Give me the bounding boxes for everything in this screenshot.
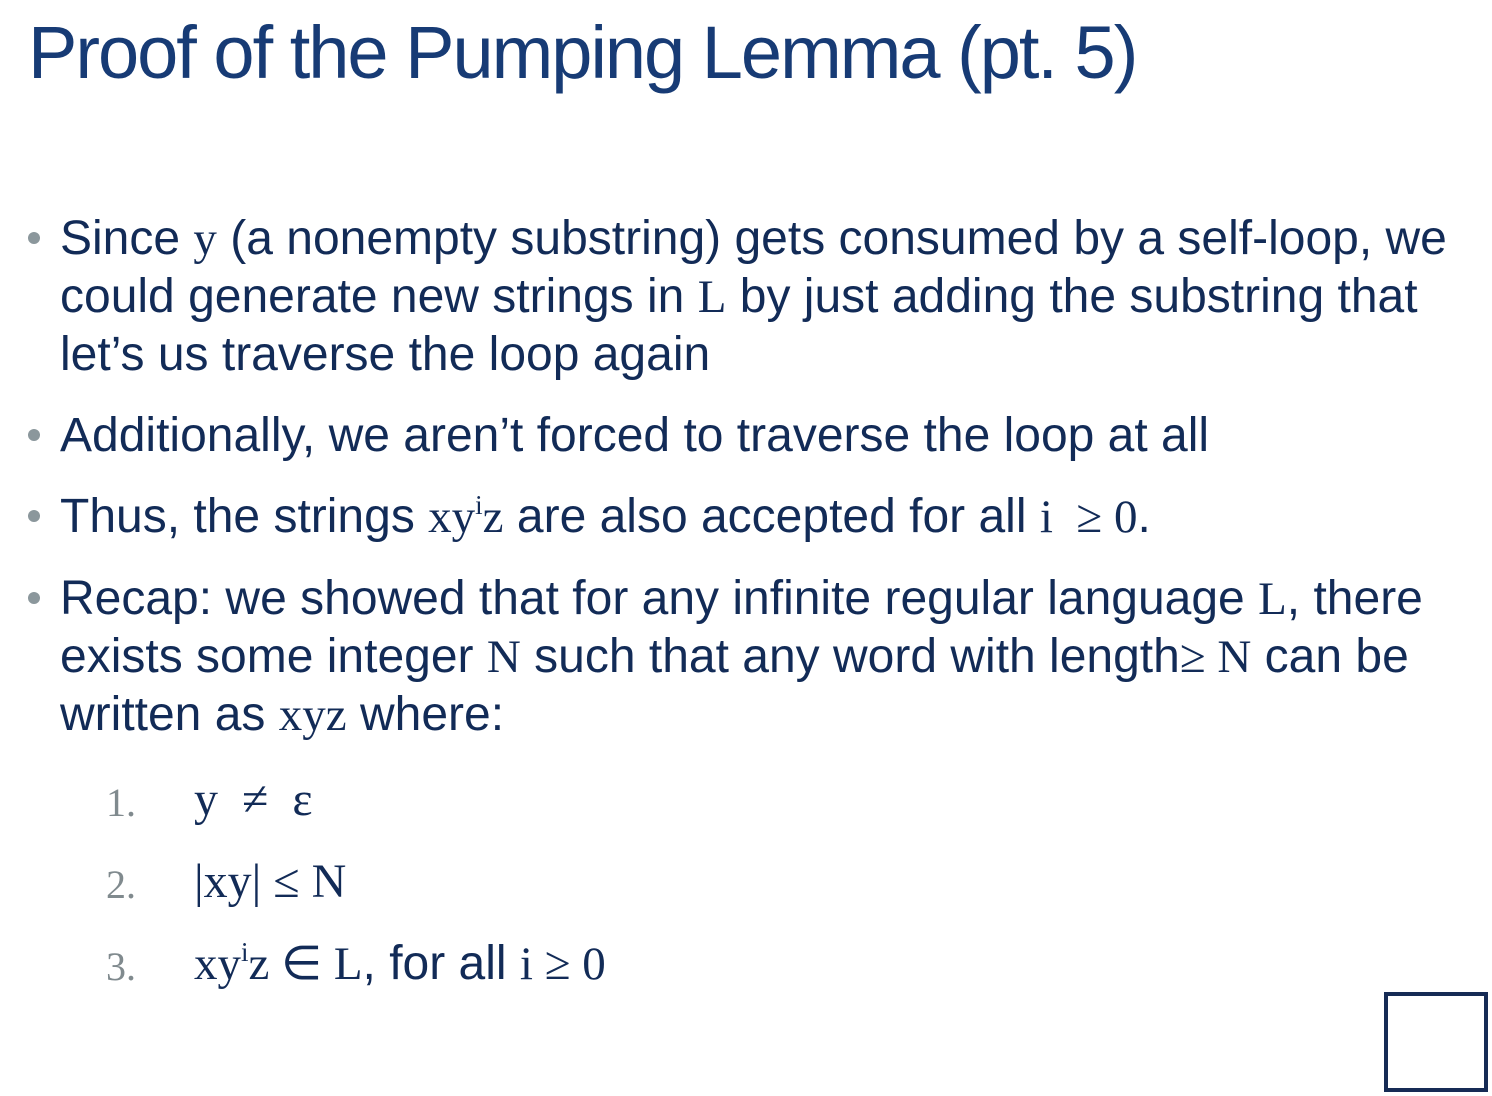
- bullet-list: Since y (a nonempty substring) gets cons…: [28, 210, 1448, 768]
- condition-math-xy: xy: [194, 938, 241, 990]
- math-xyz: xyz: [278, 689, 347, 741]
- condition-math: y ≠ ε: [194, 773, 313, 826]
- bullet-text: Thus, the strings: [60, 490, 429, 543]
- bullet-text: Additionally, we aren’t forced to traver…: [60, 409, 1210, 462]
- bullet-item-recap: Recap: we showed that for any infinite r…: [28, 570, 1448, 744]
- condition-math-superscript-i: i: [241, 937, 249, 967]
- bullet-text: where:: [346, 688, 505, 741]
- math-xy: xy: [428, 491, 476, 543]
- math-z: z: [482, 491, 504, 543]
- math-xyiz: xyiz: [428, 491, 503, 543]
- condition-math: |xy| ≤ N: [194, 855, 347, 908]
- math-l: L: [697, 271, 727, 323]
- condition-text: , for all: [362, 937, 520, 990]
- bullet-item-thus: Thus, the strings xyiz are also accepted…: [28, 488, 1448, 546]
- bullet-text: such that any word with length: [520, 630, 1180, 683]
- condition-item-2: 2. |xy| ≤ N: [0, 853, 800, 913]
- bullet-text: Recap: we showed that for any infinite r…: [60, 572, 1259, 625]
- condition-number: 1.: [106, 780, 136, 825]
- slide-nav-button[interactable]: [1384, 992, 1488, 1092]
- math-y: y: [193, 213, 217, 265]
- math-geq-n: ≥ N: [1179, 631, 1252, 683]
- bullet-text: .: [1137, 490, 1151, 543]
- bullet-text: are also accepted for all: [503, 490, 1040, 543]
- bullet-dot-icon: [28, 510, 40, 522]
- bullet-item-additionally: Additionally, we aren’t forced to traver…: [28, 407, 1448, 464]
- bullet-dot-icon: [28, 592, 40, 604]
- bullet-dot-icon: [28, 429, 40, 441]
- bullet-text: Since: [60, 212, 194, 265]
- condition-number: 2.: [106, 862, 136, 907]
- math-superscript-i: i: [475, 490, 483, 520]
- math-n: N: [486, 631, 521, 683]
- math-i-geq-0: i ≥ 0: [1039, 491, 1138, 543]
- math-l: L: [1258, 573, 1287, 625]
- condition-math-i-geq-0: i ≥ 0: [519, 938, 606, 990]
- condition-math-z-in-l: z ∈ L: [248, 938, 363, 990]
- bullet-item-self-loop: Since y (a nonempty substring) gets cons…: [28, 210, 1448, 383]
- condition-item-3: 3. xyiz ∈ L, for all i ≥ 0: [0, 935, 800, 995]
- condition-number: 3.: [106, 944, 136, 989]
- condition-content: xyiz ∈ L, for all i ≥ 0: [194, 935, 606, 993]
- bullet-dot-icon: [28, 232, 40, 244]
- condition-item-1: 1. y ≠ ε: [0, 771, 800, 831]
- slide-title: Proof of the Pumping Lemma (pt. 5): [28, 11, 1138, 94]
